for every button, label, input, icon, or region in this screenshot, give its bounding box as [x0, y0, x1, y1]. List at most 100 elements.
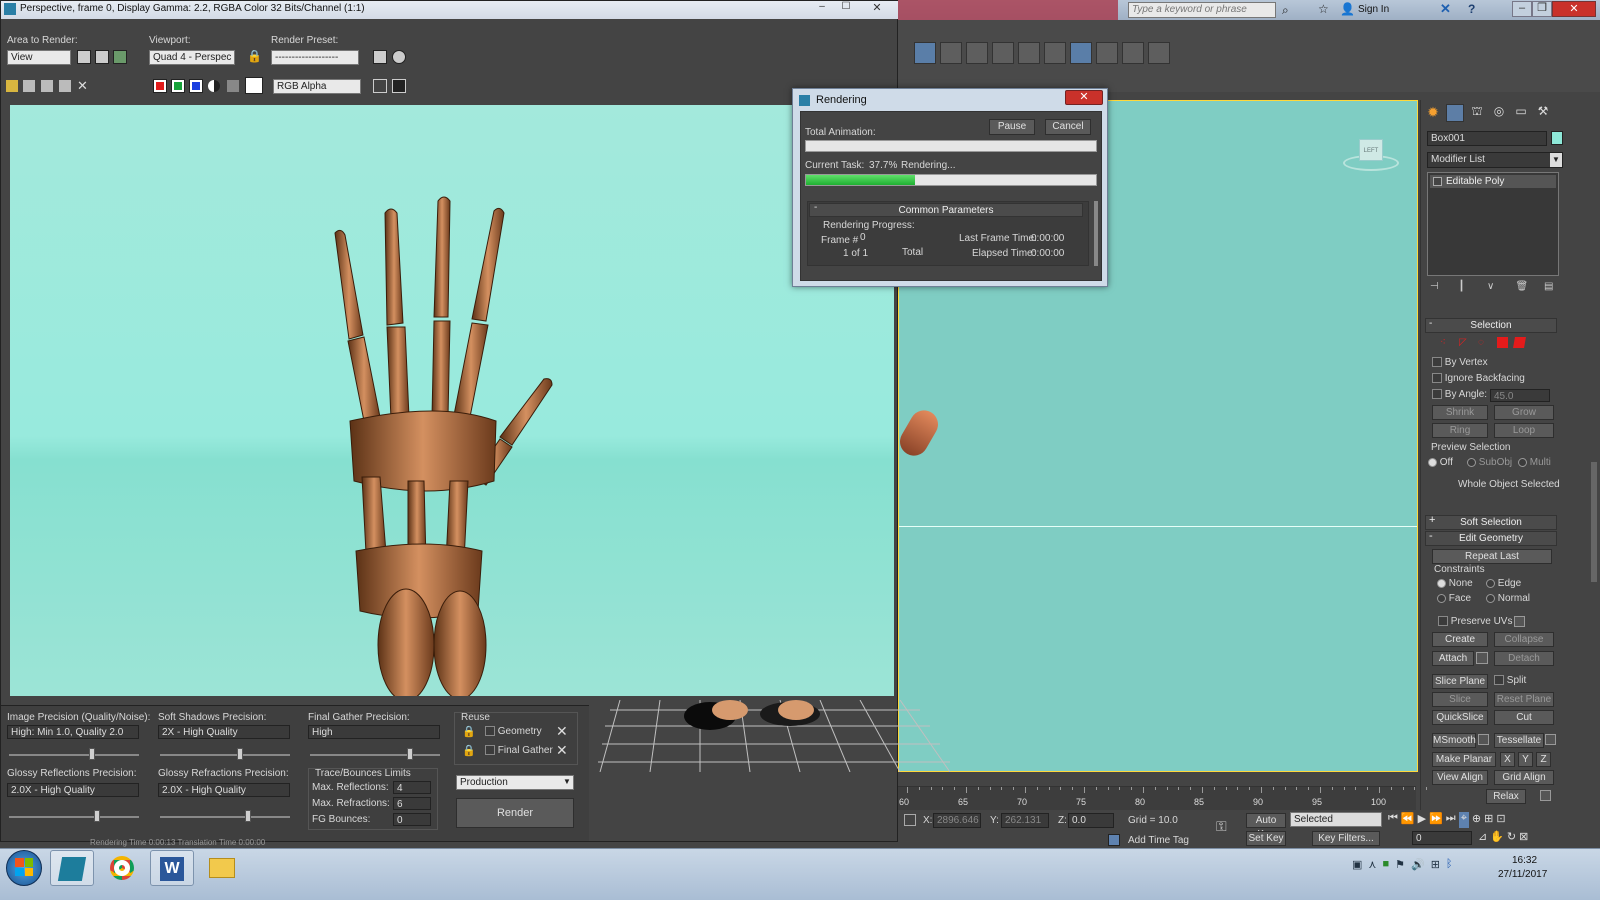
common-params-collapse-icon[interactable]: -: [814, 202, 817, 213]
glossy-refractions-knob[interactable]: [245, 810, 251, 822]
fg-bounces-spinner[interactable]: 0: [393, 813, 431, 826]
glossy-reflections-knob[interactable]: [94, 810, 100, 822]
by-angle-checkbox[interactable]: [1432, 389, 1442, 400]
add-time-tag-icon[interactable]: [1108, 834, 1120, 846]
detach-button[interactable]: Detach: [1494, 651, 1554, 666]
close-max-button[interactable]: ✕: [1552, 1, 1596, 17]
modifier-list-arrow[interactable]: ▼: [1550, 153, 1562, 167]
tray-flag-icon[interactable]: ⚑: [1395, 858, 1405, 876]
key-mode-dropdown[interactable]: Selected: [1290, 812, 1382, 827]
element-icon[interactable]: [1513, 337, 1526, 348]
remove-modifier-icon[interactable]: 🗑: [1516, 281, 1532, 297]
ignore-backfacing-checkbox[interactable]: [1432, 373, 1442, 384]
reset-plane-button[interactable]: Reset Plane: [1494, 692, 1554, 707]
show-end-result-icon[interactable]: ┃: [1459, 281, 1475, 297]
attach-button[interactable]: Attach: [1432, 651, 1474, 666]
final-gather-lock-icon[interactable]: 🔒: [462, 744, 476, 757]
constraint-edge-dot[interactable]: [1486, 578, 1495, 588]
render-frame-minimize-button[interactable]: –: [811, 1, 833, 15]
geometry-reuse-row[interactable]: Geometry: [485, 726, 542, 737]
repeat-last-button[interactable]: Repeat Last: [1432, 549, 1552, 564]
object-name-field[interactable]: Box001: [1427, 131, 1547, 146]
constraint-none-dot[interactable]: [1437, 578, 1446, 588]
modify-tab-icon[interactable]: [1446, 104, 1464, 122]
taskbar-explorer[interactable]: [200, 850, 244, 886]
collapse-button[interactable]: Collapse: [1494, 632, 1554, 647]
play-icon[interactable]: ▶: [1418, 812, 1426, 828]
soft-shadows-knob[interactable]: [237, 748, 243, 760]
monochrome-toggle[interactable]: [227, 80, 239, 92]
cut-button[interactable]: Cut: [1494, 710, 1554, 725]
edge-icon[interactable]: ◸: [1459, 337, 1472, 350]
tray-volume-icon[interactable]: 🔊: [1411, 858, 1425, 876]
preview-multi-radio-dot[interactable]: [1518, 457, 1527, 467]
modifier-list-dropdown[interactable]: Modifier List: [1427, 152, 1563, 168]
toggle-ui-icon[interactable]: [392, 79, 406, 93]
ring-button[interactable]: Ring: [1432, 423, 1488, 438]
toolbar-icon-9[interactable]: [1122, 42, 1144, 64]
toolbar-icon-8[interactable]: [1096, 42, 1118, 64]
minimize-max-button[interactable]: –: [1512, 1, 1532, 17]
constraint-normal-radio[interactable]: Normal: [1486, 593, 1530, 604]
preserve-uvs-row[interactable]: Preserve UVs: [1438, 616, 1512, 627]
search-input[interactable]: Type a keyword or phrase: [1128, 2, 1276, 18]
msmooth-button[interactable]: MSmooth: [1432, 733, 1476, 748]
final-gather-precision-field[interactable]: High: [308, 725, 440, 739]
display-tab-icon[interactable]: ▭: [1512, 104, 1530, 122]
alpha-channel-toggle[interactable]: [208, 80, 220, 92]
common-params-header[interactable]: Common Parameters: [809, 203, 1083, 217]
current-frame-field[interactable]: 0: [1412, 831, 1472, 845]
tray-network-icon[interactable]: ⊞: [1431, 858, 1440, 876]
lock-viewport-icon[interactable]: 🔒: [247, 49, 262, 63]
toolbar-icon-4[interactable]: [992, 42, 1014, 64]
stack-expand-icon[interactable]: [1433, 177, 1442, 186]
toolbar-icon-6[interactable]: [1044, 42, 1066, 64]
x-coord-field[interactable]: 2896.646: [933, 813, 981, 828]
max-reflections-spinner[interactable]: 4: [393, 781, 431, 794]
preview-multi-radio[interactable]: Multi: [1518, 457, 1551, 468]
preview-subobj-radio[interactable]: SubObj: [1467, 457, 1512, 468]
taskbar-3dsmax[interactable]: [50, 850, 94, 886]
taskbar-chrome[interactable]: [100, 850, 144, 886]
area-to-render-dropdown[interactable]: View: [7, 50, 71, 65]
polygon-icon[interactable]: [1497, 337, 1508, 348]
absolute-mode-icon[interactable]: [904, 814, 916, 826]
render-preset-dropdown[interactable]: -------------------: [271, 50, 359, 65]
auto-key-button[interactable]: Auto Key: [1246, 813, 1286, 840]
toolbar-icon-7[interactable]: [1070, 42, 1092, 64]
stack-item-editable-poly[interactable]: Editable Poly: [1430, 175, 1556, 188]
split-checkbox[interactable]: [1494, 675, 1504, 686]
hierarchy-tab-icon[interactable]: ⛫: [1468, 104, 1486, 122]
binoculars-icon[interactable]: ⌕: [1282, 3, 1296, 17]
clone-frame-icon[interactable]: [41, 80, 53, 92]
tray-app-icon[interactable]: ▣: [1352, 858, 1362, 876]
make-planar-y-button[interactable]: Y: [1518, 752, 1533, 767]
final-gather-knob[interactable]: [407, 748, 413, 760]
taskbar-word[interactable]: W: [150, 850, 194, 886]
render-setup-icon[interactable]: [373, 50, 387, 64]
viewport-dropdown[interactable]: Quad 4 - Perspec: [149, 50, 235, 65]
red-channel-toggle[interactable]: [153, 79, 167, 93]
edit-geometry-collapse-icon[interactable]: -: [1429, 530, 1433, 542]
object-color-swatch[interactable]: [1551, 131, 1563, 145]
toolbar-icon-10[interactable]: [1148, 42, 1170, 64]
shrink-button[interactable]: Shrink: [1432, 405, 1488, 420]
pan-icon[interactable]: ✋: [1490, 830, 1504, 846]
set-key-button[interactable]: Set Key: [1246, 831, 1286, 846]
tray-arrow-icon[interactable]: ⋏: [1368, 858, 1376, 876]
key-mode-icon[interactable]: ⌖: [1458, 812, 1469, 828]
toggle-ui-overlay-icon[interactable]: [373, 79, 387, 93]
z-coord-field[interactable]: 0.0: [1068, 813, 1114, 828]
grid-align-button[interactable]: Grid Align: [1494, 770, 1554, 785]
edit-geometry-rollout-header[interactable]: Edit Geometry: [1425, 531, 1557, 546]
attach-settings-icon[interactable]: [1476, 652, 1488, 664]
final-gather-slider[interactable]: [310, 754, 440, 756]
prev-frame-icon[interactable]: ⏪: [1401, 812, 1415, 828]
make-planar-button[interactable]: Make Planar: [1432, 752, 1496, 767]
make-unique-icon[interactable]: ∨: [1487, 281, 1503, 297]
msmooth-settings-icon[interactable]: [1478, 734, 1489, 745]
loop-button[interactable]: Loop: [1494, 423, 1554, 438]
view-align-button[interactable]: View Align: [1432, 770, 1488, 785]
restore-max-button[interactable]: ❐: [1532, 1, 1552, 17]
selection-collapse-icon[interactable]: -: [1429, 318, 1432, 329]
